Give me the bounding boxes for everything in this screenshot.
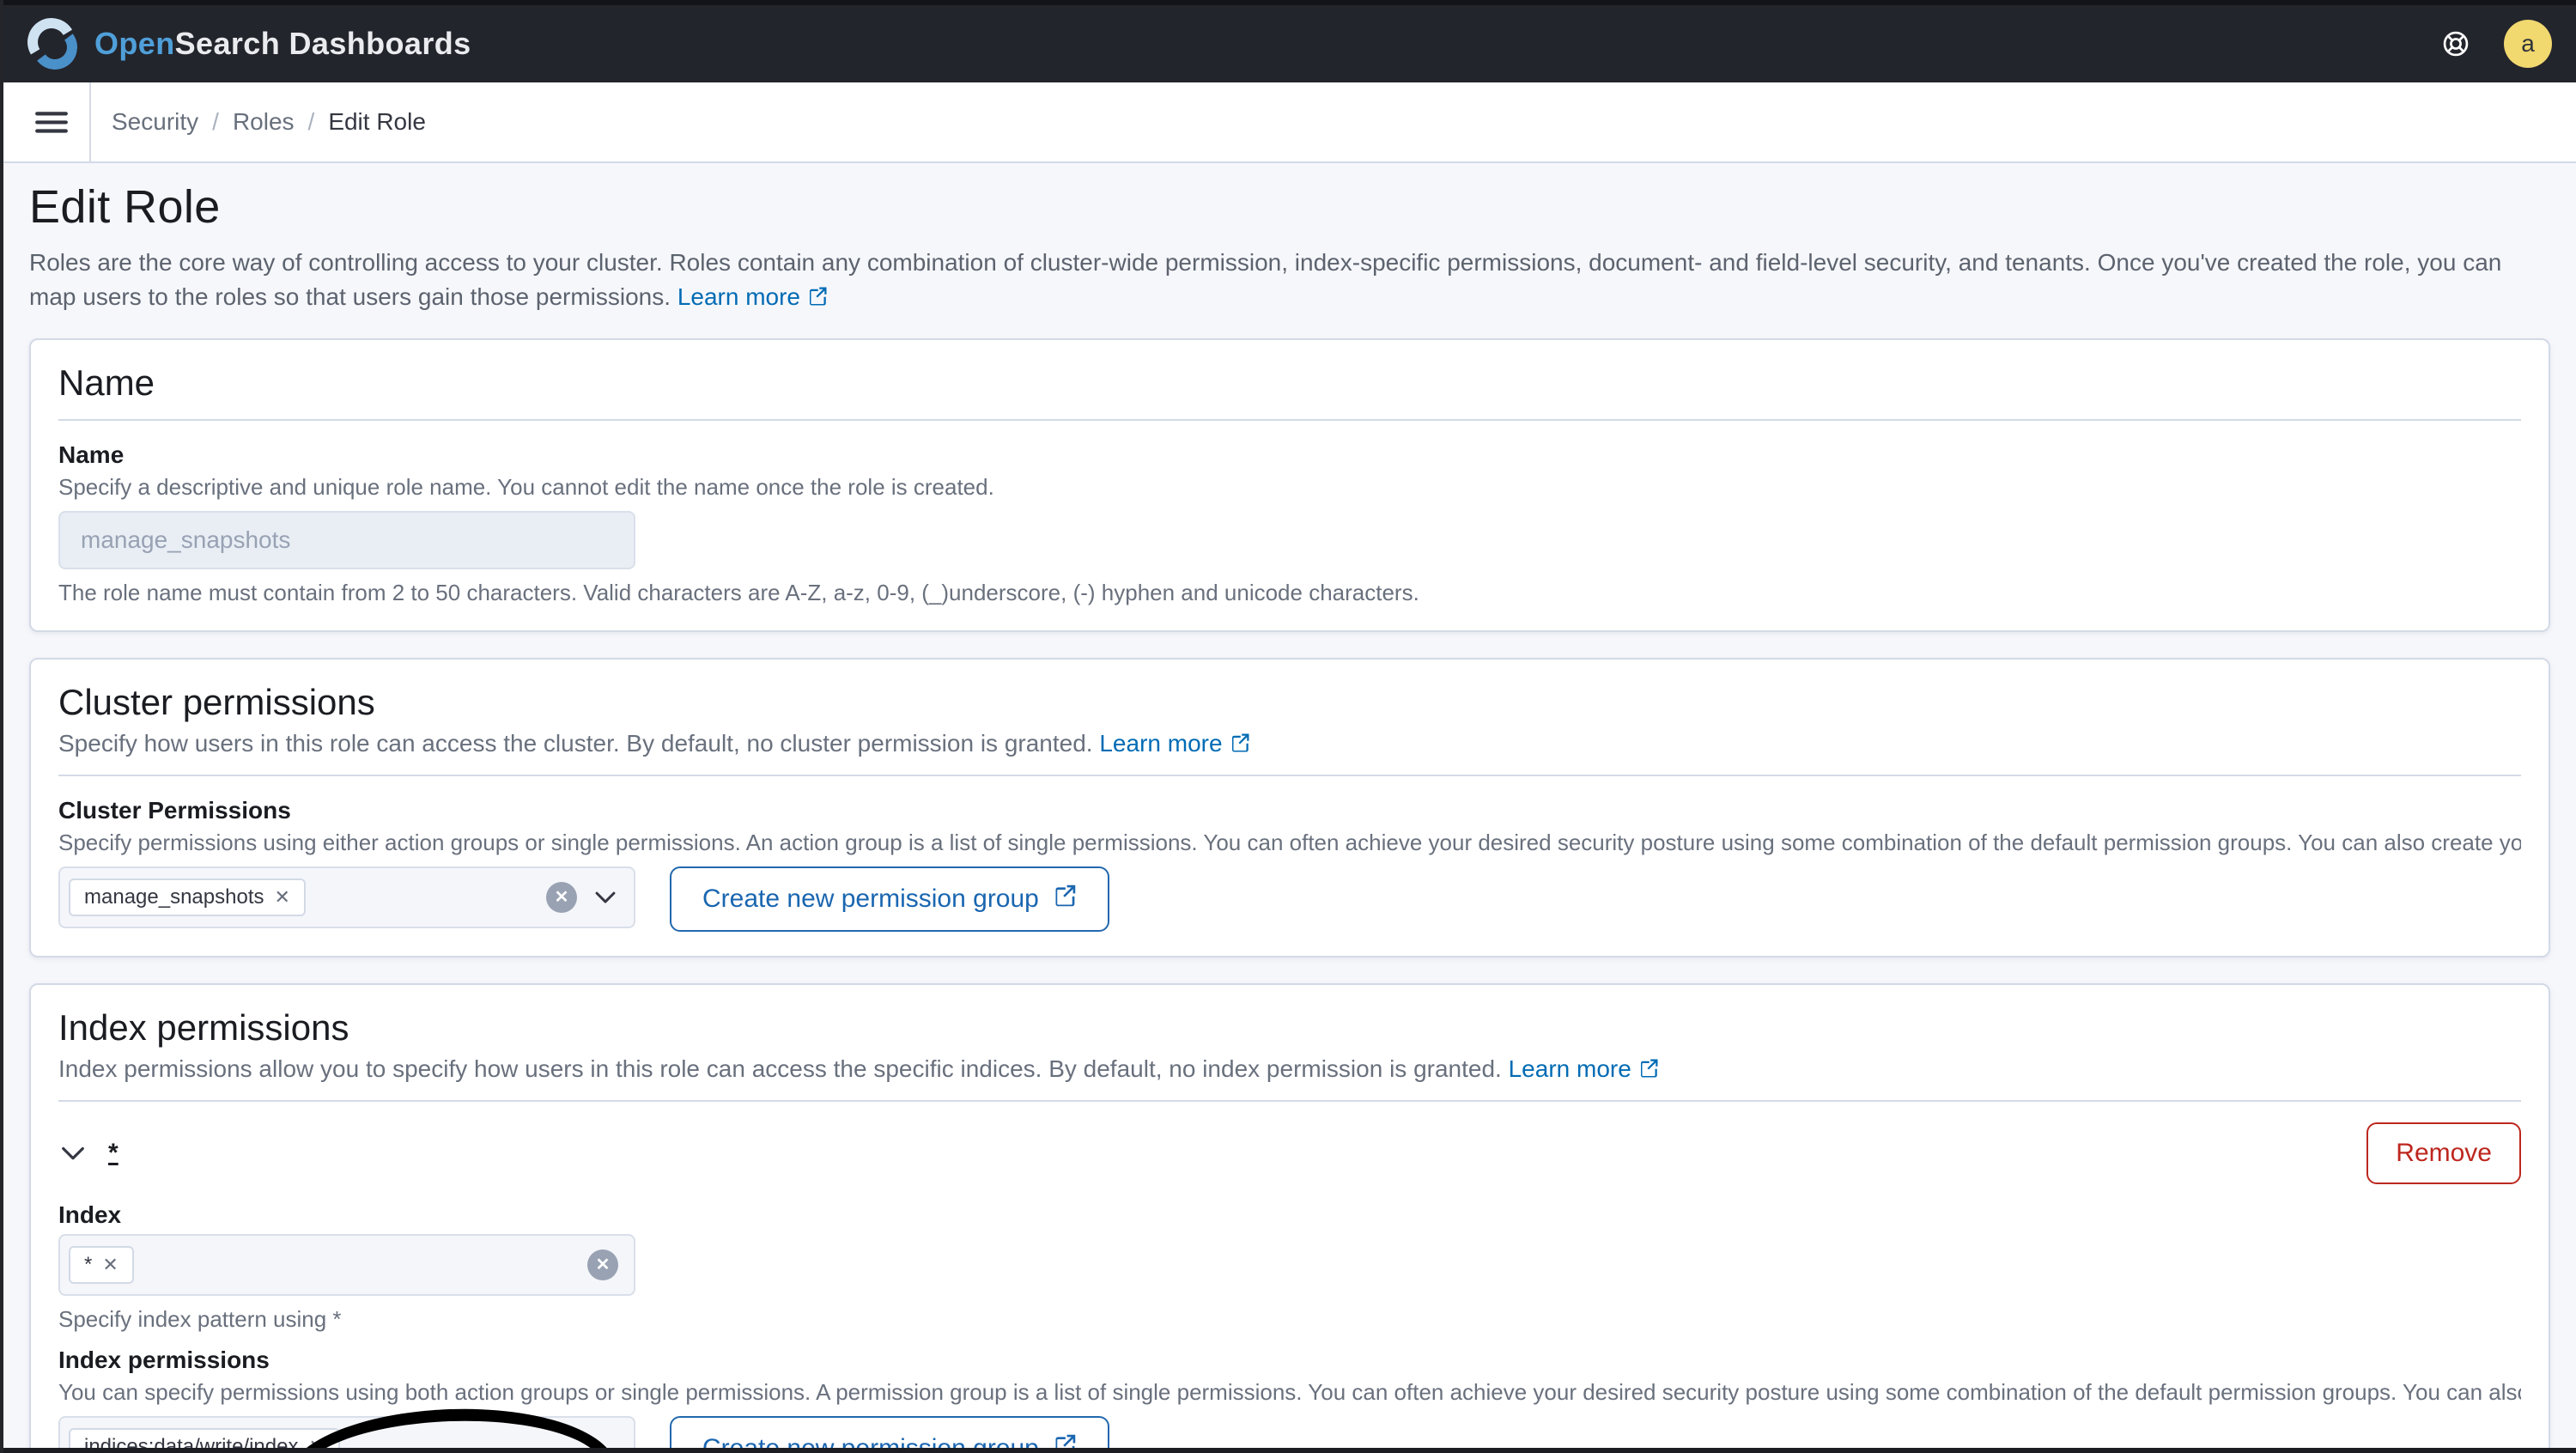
external-link-icon xyxy=(1230,732,1250,759)
name-field-label: Name xyxy=(58,441,125,468)
logo-wordmark: OpenSearch Dashboards xyxy=(94,26,471,61)
header-actions: a xyxy=(2435,20,2552,68)
index-permissions-label: Index permissions xyxy=(58,1347,270,1373)
index-field-label: Index xyxy=(58,1201,122,1228)
index-pattern-accordion: * Remove xyxy=(58,1122,2521,1184)
name-panel-title: Name xyxy=(58,362,155,403)
index-tag: * ✕ xyxy=(69,1246,134,1284)
name-panel: Name Name Specify a descriptive and uniq… xyxy=(29,338,2550,632)
clear-icon[interactable]: ✕ xyxy=(546,882,577,913)
divider xyxy=(58,419,2521,421)
chevron-down-icon[interactable] xyxy=(592,885,618,910)
index-panel-description: Index permissions allow you to specify h… xyxy=(58,1055,2521,1085)
cluster-panel-description: Specify how users in this role can acces… xyxy=(58,730,2521,759)
role-name-input xyxy=(58,511,635,569)
remove-button[interactable]: Remove xyxy=(2366,1122,2521,1184)
cluster-permissions-label: Cluster Permissions xyxy=(58,797,291,824)
external-link-icon xyxy=(1053,884,1077,915)
index-combobox[interactable]: * ✕ ✕ xyxy=(58,1234,635,1296)
create-permission-group-button[interactable]: Create new permission group xyxy=(670,866,1109,932)
name-field-help: Specify a descriptive and unique role na… xyxy=(58,474,994,500)
clear-icon[interactable]: ✕ xyxy=(587,1249,618,1280)
index-permissions-help: You can specify permissions using both a… xyxy=(58,1379,2521,1405)
name-field-helper: The role name must contain from 2 to 50 … xyxy=(58,580,1419,605)
opensearch-logo[interactable]: OpenSearch Dashboards xyxy=(22,13,471,73)
page-content: Edit Role Roles are the core way of cont… xyxy=(3,180,2576,1453)
opensearch-logo-icon xyxy=(22,13,81,73)
help-icon[interactable] xyxy=(2435,23,2476,64)
breadcrumb-current: Edit Role xyxy=(328,108,426,135)
learn-more-link[interactable]: Learn more xyxy=(1509,1055,1659,1082)
divider xyxy=(58,775,2521,776)
window-bottom-edge xyxy=(3,1448,2576,1453)
learn-more-link[interactable]: Learn more xyxy=(1099,730,1249,757)
breadcrumb-separator: / xyxy=(307,108,315,135)
breadcrumb-roles[interactable]: Roles xyxy=(233,108,295,136)
remove-tag-icon[interactable]: ✕ xyxy=(274,888,289,907)
learn-more-link[interactable]: Learn more xyxy=(677,283,828,310)
cluster-panel-title: Cluster permissions xyxy=(58,682,375,722)
breadcrumb: Security / Roles / Edit Role xyxy=(112,108,426,136)
top-header: OpenSearch Dashboards a xyxy=(3,0,2576,82)
chevron-down-icon[interactable] xyxy=(58,1139,88,1168)
page-description: Roles are the core way of controlling ac… xyxy=(29,246,2550,316)
index-pattern-link[interactable]: * xyxy=(108,1139,118,1168)
external-link-icon xyxy=(807,282,828,316)
avatar[interactable]: a xyxy=(2504,20,2552,68)
cluster-permissions-help: Specify permissions using either action … xyxy=(58,830,2521,855)
remove-tag-icon[interactable]: ✕ xyxy=(102,1255,118,1274)
breadcrumb-bar: Security / Roles / Edit Role xyxy=(3,82,2576,163)
breadcrumb-separator: / xyxy=(212,108,219,135)
permission-tag: manage_snapshots ✕ xyxy=(69,878,306,916)
app-window: OpenSearch Dashboards a Security / Roles… xyxy=(0,0,2576,1453)
header-divider xyxy=(89,82,91,161)
divider xyxy=(58,1100,2521,1102)
menu-icon[interactable] xyxy=(24,94,79,149)
breadcrumb-security[interactable]: Security xyxy=(112,108,198,136)
cluster-permissions-combobox[interactable]: manage_snapshots ✕ ✕ xyxy=(58,866,635,928)
cluster-permissions-panel: Cluster permissions Specify how users in… xyxy=(29,658,2550,958)
index-field-helper: Specify index pattern using * xyxy=(58,1306,342,1332)
index-permissions-panel: Index permissions Index permissions allo… xyxy=(29,983,2550,1453)
external-link-icon xyxy=(1638,1057,1659,1085)
page-title: Edit Role xyxy=(29,181,221,233)
index-panel-title: Index permissions xyxy=(58,1007,349,1048)
